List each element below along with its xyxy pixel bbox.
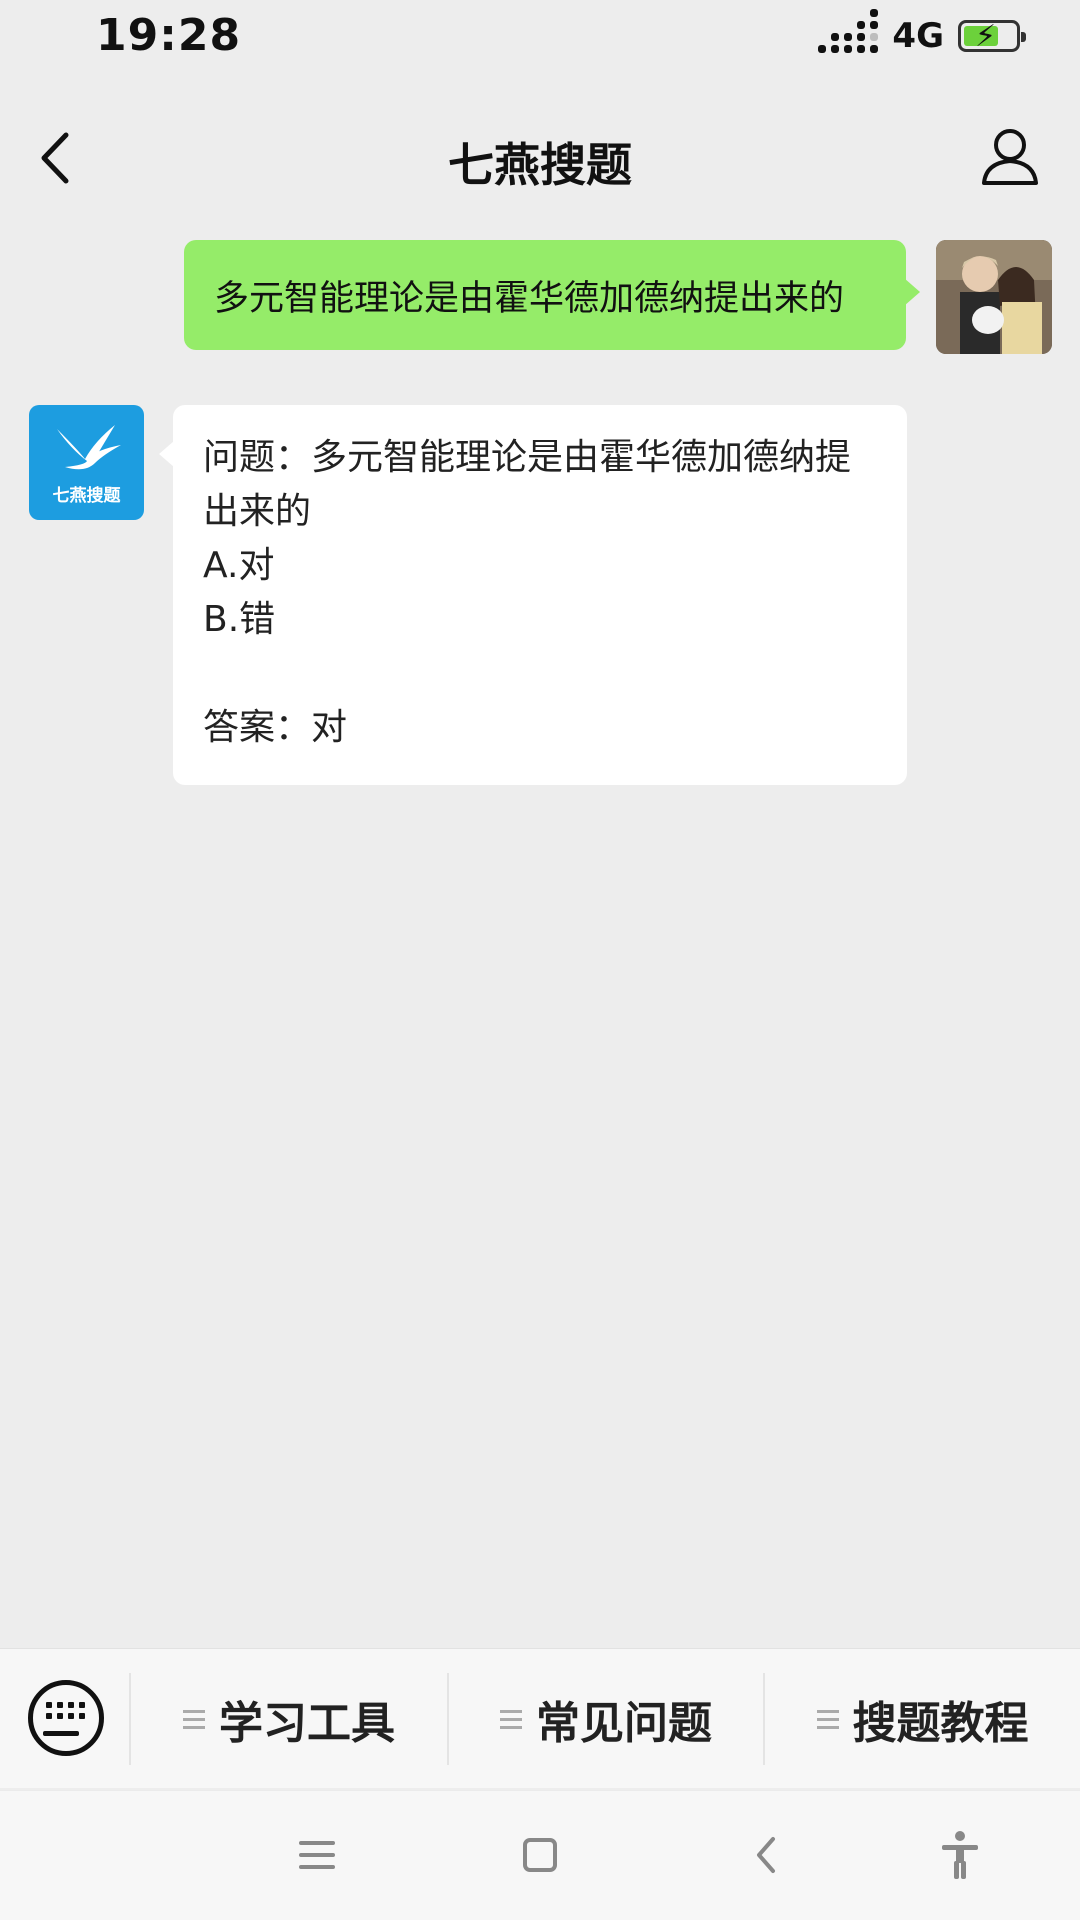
accessibility-icon [942, 1831, 978, 1879]
menu-item-label: 搜题教程 [852, 1698, 1029, 1749]
status-indicators: 4G ⚡ [818, 9, 1026, 58]
chevron-left-icon [757, 1837, 775, 1873]
nav-bar: 七燕搜题 [0, 95, 1080, 225]
profile-button[interactable] [978, 125, 1042, 189]
custom-menu-bar: 学习工具 常见问题 搜题教程 [0, 1648, 1080, 1788]
menu-item-tutorial[interactable]: 搜题教程 [765, 1649, 1080, 1789]
menu-item-label: 学习工具 [219, 1698, 395, 1749]
battery-charging-icon: ⚡ [958, 19, 1026, 54]
square-home-icon [523, 1838, 557, 1872]
page-title: 七燕搜题 [448, 138, 632, 192]
user-icon [982, 129, 1038, 185]
question-line-2: 出来的 [203, 491, 312, 532]
keyboard-icon [46, 1702, 86, 1728]
answer-text: 答案：对 [203, 707, 348, 748]
system-home-button[interactable] [510, 1825, 570, 1885]
swallow-logo-icon [57, 425, 121, 470]
option-b: B.错 [203, 599, 276, 640]
system-menu-button[interactable] [287, 1825, 347, 1885]
sent-message-bubble[interactable]: 多元智能理论是由霍华德加德纳提出来的 [184, 240, 920, 350]
accessibility-button[interactable] [930, 1825, 990, 1885]
chat-screen: 19:28 4G ⚡ 七燕搜题 多元智能理论是由霍华德加德纳提出来的 七燕搜题 … [0, 0, 1080, 1920]
menu-item-faq[interactable]: 常见问题 [449, 1649, 763, 1789]
user-avatar[interactable] [936, 240, 1052, 354]
system-nav-bar [0, 1790, 1080, 1920]
bot-avatar[interactable]: 七燕搜题 [29, 405, 144, 520]
option-a: A.对 [203, 545, 275, 586]
question-line-1: 问题：多元智能理论是由霍华德加德纳提 [203, 437, 852, 478]
status-bar: 19:28 4G ⚡ [0, 0, 1080, 80]
menu-list-icon [500, 1709, 522, 1729]
menu-item-study-tools[interactable]: 学习工具 [131, 1649, 447, 1789]
system-back-button[interactable] [737, 1825, 797, 1885]
bot-logo-text: 七燕搜题 [52, 486, 121, 506]
menu-list-icon [183, 1709, 205, 1729]
menu-list-icon [816, 1709, 839, 1729]
received-message-bubble[interactable]: 问题：多元智能理论是由霍华德加德纳提 出来的 A.对 B.错 答案：对 [159, 405, 907, 785]
signal-icon [818, 9, 879, 53]
hamburger-icon [299, 1841, 335, 1869]
keyboard-toggle-button[interactable] [28, 1680, 104, 1756]
network-type: 4G [892, 16, 944, 56]
sent-message-text: 多元智能理论是由霍华德加德纳提出来的 [214, 278, 845, 319]
menu-item-label: 常见问题 [536, 1698, 712, 1749]
status-time: 19:28 [96, 10, 242, 61]
